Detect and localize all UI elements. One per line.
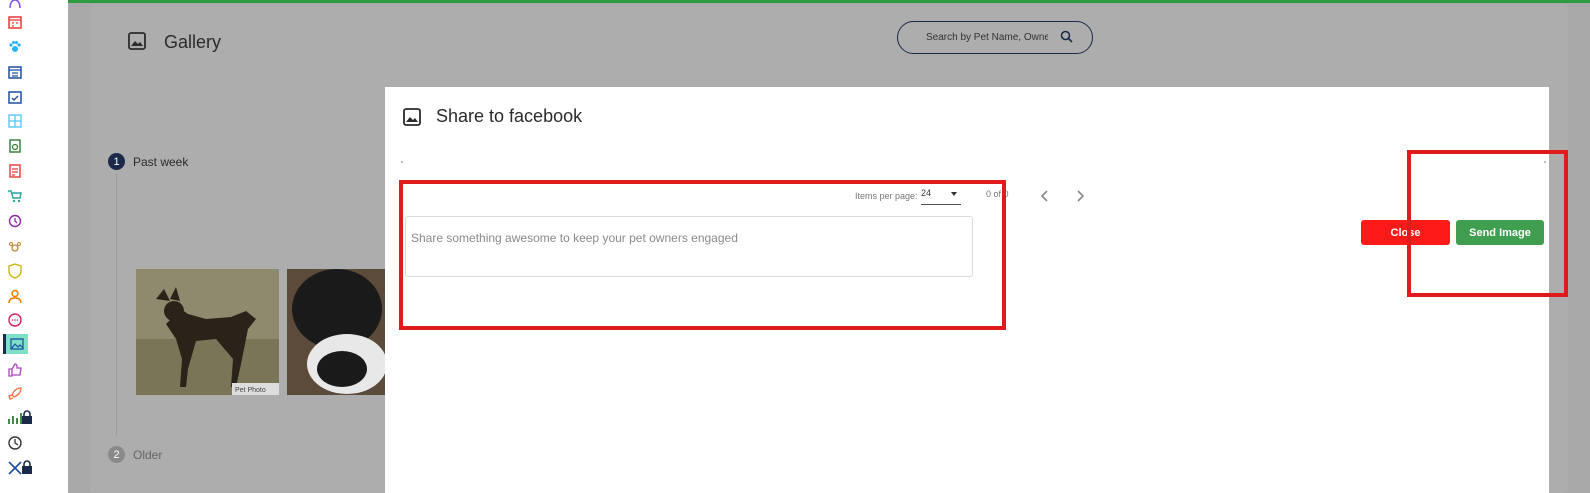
dialog-title: Share to facebook [436, 106, 583, 126]
layout-icon[interactable] [5, 111, 25, 131]
next-page-button[interactable] [1075, 189, 1087, 203]
chat-icon[interactable] [5, 310, 25, 330]
paw-icon[interactable] [5, 37, 25, 57]
pet-history-icon[interactable] [5, 211, 25, 231]
gallery-nav-icon[interactable] [3, 334, 28, 354]
gallery-thumbnail[interactable]: Pet Photo [136, 269, 279, 395]
report-icon[interactable] [5, 161, 25, 181]
calendar-grid-icon[interactable] [5, 12, 25, 32]
thumbs-up-icon[interactable] [5, 360, 25, 380]
lock-icon [20, 460, 34, 474]
lock-icon [20, 410, 34, 424]
image-icon [128, 32, 146, 55]
user-icon[interactable] [5, 286, 25, 306]
rocket-icon[interactable] [5, 384, 25, 404]
annotation-box [1407, 150, 1568, 297]
divider-dot [401, 161, 403, 163]
step-label-past-week[interactable]: Past week [133, 155, 188, 169]
image-icon [403, 108, 421, 131]
paw-outline-icon[interactable] [5, 236, 25, 256]
step-number: 2 [108, 446, 125, 463]
shield-icon[interactable] [5, 261, 25, 281]
calendar-icon[interactable] [5, 62, 25, 82]
side-navigation [0, 0, 68, 493]
step-connector [116, 174, 117, 436]
step-number: 1 [108, 153, 125, 170]
annotation-box [399, 180, 1006, 330]
previous-page-button[interactable] [1040, 189, 1052, 203]
schedule-icon[interactable] [5, 87, 25, 107]
clock-settings-icon[interactable] [5, 433, 25, 453]
top-accent-bar [68, 0, 1590, 3]
cart-icon[interactable] [5, 186, 25, 206]
search-placeholder: Search by Pet Name, Owner [926, 32, 1048, 43]
search-icon[interactable] [1060, 30, 1073, 46]
search-input[interactable]: Search by Pet Name, Owner [897, 21, 1093, 54]
gallery-thumbnail[interactable] [287, 269, 387, 395]
timer-icon[interactable] [5, 136, 25, 156]
page-title: Gallery [164, 32, 222, 52]
thumbnail-caption: Pet Photo [235, 387, 266, 394]
step-label-older[interactable]: Older [133, 448, 162, 462]
